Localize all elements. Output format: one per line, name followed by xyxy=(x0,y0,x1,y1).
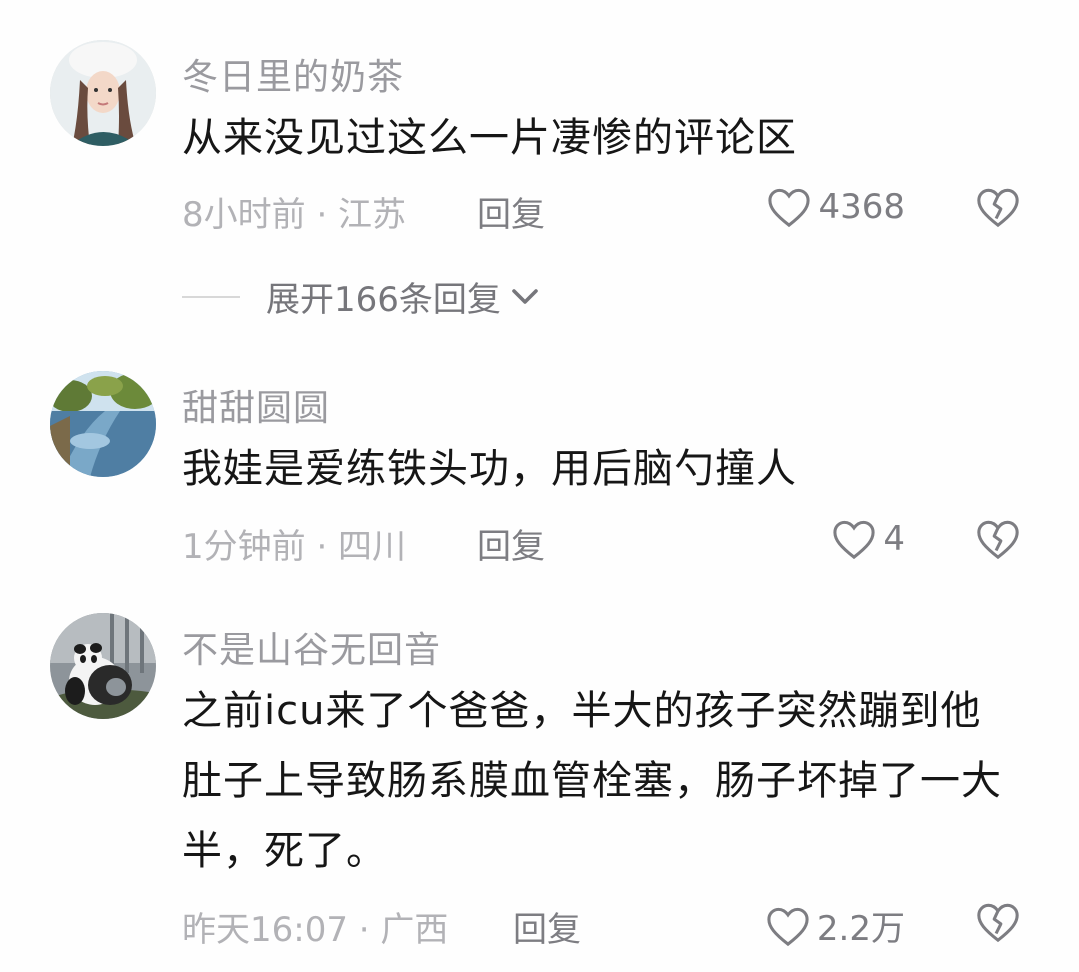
dislike-button[interactable] xyxy=(975,517,1021,561)
broken-heart-icon xyxy=(977,188,1019,228)
like-button[interactable]: 2.2万 xyxy=(765,901,905,950)
heart-outline-icon xyxy=(833,520,875,560)
like-button[interactable]: 4 xyxy=(831,518,905,560)
reply-button[interactable]: 回复 xyxy=(477,519,545,568)
avatar[interactable] xyxy=(50,40,156,146)
avatar[interactable] xyxy=(50,613,156,719)
broken-heart-icon xyxy=(977,903,1019,943)
like-count: 4368 xyxy=(818,187,905,227)
chevron-down-icon xyxy=(512,288,538,304)
heart-outline-icon xyxy=(768,188,811,228)
comment-meta: 昨天16:07 · 广西 xyxy=(182,910,449,950)
comment-text: 之前icu来了个爸爸，半大的孩子突然蹦到他肚子上导致肠系膜血管栓塞，肠子坏掉了一… xyxy=(182,688,1002,874)
username[interactable]: 冬日里的奶茶 xyxy=(182,48,404,100)
reply-button[interactable]: 回复 xyxy=(477,187,545,236)
avatar-image xyxy=(50,613,156,719)
expand-replies-label: 展开166条回复 xyxy=(266,280,501,320)
avatar-image xyxy=(50,40,156,146)
expand-replies-button[interactable]: 展开166条回复 xyxy=(182,272,539,321)
reply-button[interactable]: 回复 xyxy=(513,902,581,951)
avatar[interactable] xyxy=(50,371,156,477)
comment-meta: 1分钟前 · 四川 xyxy=(182,527,407,567)
like-count: 2.2万 xyxy=(816,909,905,949)
avatar-image xyxy=(50,371,156,477)
heart-outline-icon xyxy=(767,907,809,946)
like-count: 4 xyxy=(883,519,905,559)
comment-text: 从来没见过这么一片凄惨的评论区 xyxy=(182,115,797,161)
comment-text: 我娃是爱练铁头功，用后脑勺撞人 xyxy=(182,446,797,492)
broken-heart-icon xyxy=(977,520,1019,560)
dislike-button[interactable] xyxy=(975,185,1021,229)
like-button[interactable]: 4368 xyxy=(766,186,905,228)
comment-meta: 8小时前 · 江苏 xyxy=(182,195,407,235)
username[interactable]: 甜甜圆圆 xyxy=(182,379,330,431)
divider-line xyxy=(182,295,240,298)
username[interactable]: 不是山谷无回音 xyxy=(182,621,441,673)
dislike-button[interactable] xyxy=(975,900,1021,944)
